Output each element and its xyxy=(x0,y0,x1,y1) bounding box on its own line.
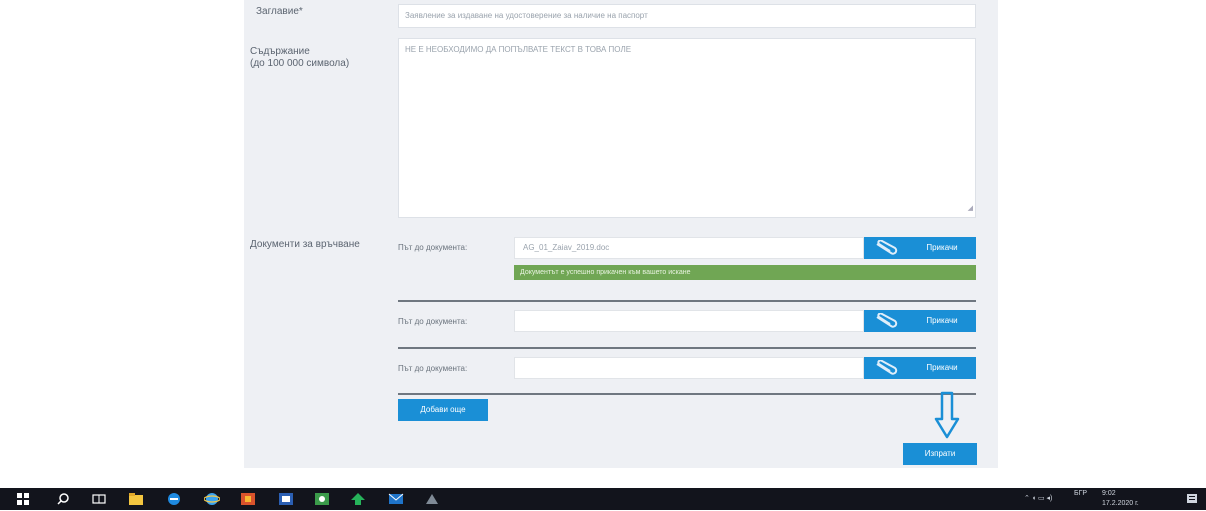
edge-icon[interactable] xyxy=(166,492,182,506)
down-arrow-icon xyxy=(934,391,960,439)
document-path-label: Път до документа: xyxy=(398,317,468,326)
content-label: Съдържание (до 100 000 символа) xyxy=(250,46,349,70)
app-icon[interactable] xyxy=(240,492,256,506)
tray-clock[interactable]: 9:02 17.2.2020 г. xyxy=(1102,489,1139,511)
windows-start-icon[interactable] xyxy=(16,492,30,506)
document-path-input[interactable] xyxy=(514,310,864,332)
submit-button[interactable]: Изпрати xyxy=(903,443,977,465)
upload-success-message: Документът е успешно прикачен към вашето… xyxy=(514,265,976,280)
tray-time: 9:02 xyxy=(1102,490,1116,497)
browse-button-label: Прикачи xyxy=(926,363,958,372)
browse-button[interactable]: Прикачи xyxy=(864,237,976,259)
document-path-input[interactable]: AG_01_Zaiav_2019.doc xyxy=(514,237,864,259)
search-icon[interactable] xyxy=(56,492,70,506)
app-icon[interactable] xyxy=(314,492,330,506)
tray-date: 17.2.2020 г. xyxy=(1102,500,1139,507)
tray-icons[interactable]: ⌃ ◖ ▭ ◂) xyxy=(1024,488,1052,510)
content-label-line1: Съдържание xyxy=(250,46,310,57)
mail-icon[interactable] xyxy=(388,492,404,506)
subject-input[interactable]: Заявление за издаване на удостоверение з… xyxy=(398,4,976,28)
content-text: НЕ Е НЕОБХОДИМО ДА ПОПЪЛВАТЕ ТЕКСТ В ТОВ… xyxy=(405,45,632,54)
content-textarea[interactable]: НЕ Е НЕОБХОДИМО ДА ПОПЪЛВАТЕ ТЕКСТ В ТОВ… xyxy=(398,38,976,218)
add-more-button[interactable]: Добави още xyxy=(398,399,488,421)
content-label-line2: (до 100 000 символа) xyxy=(250,58,350,69)
separator xyxy=(398,393,976,395)
resize-handle-icon[interactable]: ◢ xyxy=(968,202,973,216)
document-path-input[interactable] xyxy=(514,357,864,379)
browse-button[interactable]: Прикачи xyxy=(864,357,976,379)
taskbar: ⌃ ◖ ▭ ◂) БГР 9:02 17.2.2020 г. xyxy=(0,488,1206,510)
file-explorer-icon[interactable] xyxy=(128,492,144,506)
separator xyxy=(398,300,976,302)
app-icon[interactable] xyxy=(350,492,366,506)
app-icon[interactable] xyxy=(424,492,440,506)
document-path-label: Път до документа: xyxy=(398,364,468,373)
separator xyxy=(398,347,976,349)
notification-icon[interactable] xyxy=(1186,492,1198,506)
paperclip-icon xyxy=(864,240,908,256)
paperclip-icon xyxy=(864,360,908,376)
document-path-label: Път до документа: xyxy=(398,243,468,252)
browse-button-label: Прикачи xyxy=(926,243,958,252)
attachments-label: Документи за връчване xyxy=(250,239,360,250)
tray-language[interactable]: БГР xyxy=(1074,489,1087,511)
subject-label: Заглавие* xyxy=(256,6,303,17)
paperclip-icon xyxy=(864,313,908,329)
internet-explorer-icon[interactable] xyxy=(204,492,220,506)
browse-button[interactable]: Прикачи xyxy=(864,310,976,332)
browse-button-label: Прикачи xyxy=(926,316,958,325)
word-icon[interactable] xyxy=(278,492,294,506)
task-view-icon[interactable] xyxy=(92,492,106,506)
